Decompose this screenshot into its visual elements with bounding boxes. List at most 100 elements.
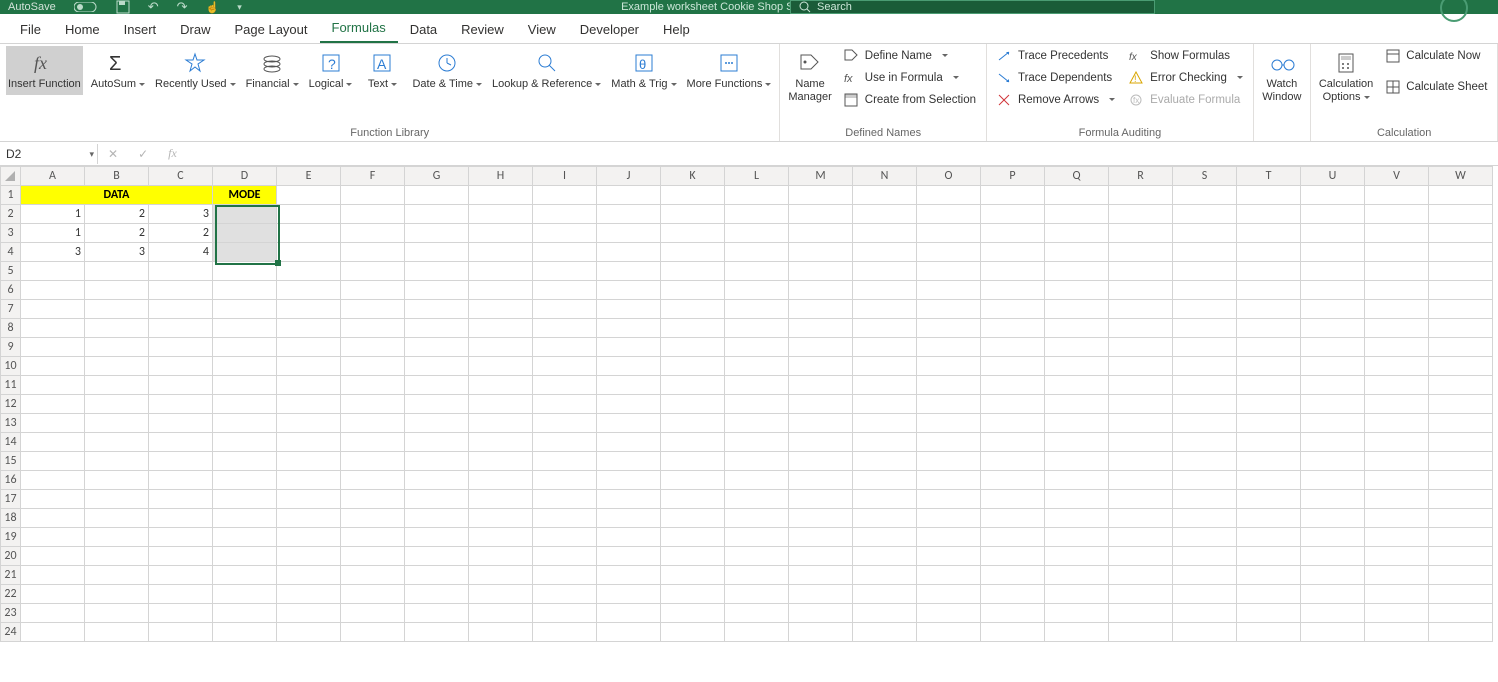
cell-G18[interactable]: [405, 509, 469, 528]
cell-F22[interactable]: [341, 585, 405, 604]
cell-A22[interactable]: [21, 585, 85, 604]
cell-C22[interactable]: [149, 585, 213, 604]
cell-J14[interactable]: [597, 433, 661, 452]
cell-V16[interactable]: [1365, 471, 1429, 490]
cell-F3[interactable]: [341, 224, 405, 243]
cell-W3[interactable]: [1429, 224, 1493, 243]
cell-Q4[interactable]: [1045, 243, 1109, 262]
column-header-F[interactable]: F: [341, 167, 405, 186]
cell-G12[interactable]: [405, 395, 469, 414]
cell-J18[interactable]: [597, 509, 661, 528]
cell-C15[interactable]: [149, 452, 213, 471]
trace-dependents-button[interactable]: Trace Dependents: [993, 68, 1119, 87]
cell-D23[interactable]: [213, 604, 277, 623]
cell-I4[interactable]: [533, 243, 597, 262]
cell-J13[interactable]: [597, 414, 661, 433]
cell-P24[interactable]: [981, 623, 1045, 642]
cell-F11[interactable]: [341, 376, 405, 395]
cell-W10[interactable]: [1429, 357, 1493, 376]
cell-P13[interactable]: [981, 414, 1045, 433]
cancel-formula-icon[interactable]: ✕: [98, 143, 128, 165]
cell-V17[interactable]: [1365, 490, 1429, 509]
cell-I21[interactable]: [533, 566, 597, 585]
cell-Q9[interactable]: [1045, 338, 1109, 357]
cell-C16[interactable]: [149, 471, 213, 490]
cell-E5[interactable]: [277, 262, 341, 281]
cell-K23[interactable]: [661, 604, 725, 623]
cell-W22[interactable]: [1429, 585, 1493, 604]
cell-W9[interactable]: [1429, 338, 1493, 357]
cell-B22[interactable]: [85, 585, 149, 604]
cell-T23[interactable]: [1237, 604, 1301, 623]
cell-K9[interactable]: [661, 338, 725, 357]
cell-N4[interactable]: [853, 243, 917, 262]
cell-N23[interactable]: [853, 604, 917, 623]
cell-V8[interactable]: [1365, 319, 1429, 338]
cell-B14[interactable]: [85, 433, 149, 452]
cell-N5[interactable]: [853, 262, 917, 281]
cell-W8[interactable]: [1429, 319, 1493, 338]
cell-U3[interactable]: [1301, 224, 1365, 243]
cell-N10[interactable]: [853, 357, 917, 376]
cell-M15[interactable]: [789, 452, 853, 471]
cell-H8[interactable]: [469, 319, 533, 338]
cell-P8[interactable]: [981, 319, 1045, 338]
cell-D24[interactable]: [213, 623, 277, 642]
cell-Q3[interactable]: [1045, 224, 1109, 243]
cell-A15[interactable]: [21, 452, 85, 471]
cell-D4[interactable]: [213, 243, 277, 262]
cell-A20[interactable]: [21, 547, 85, 566]
cell-I14[interactable]: [533, 433, 597, 452]
cell-V18[interactable]: [1365, 509, 1429, 528]
cell-N7[interactable]: [853, 300, 917, 319]
cell-C11[interactable]: [149, 376, 213, 395]
cell-A2[interactable]: 1: [21, 205, 85, 224]
cell-A24[interactable]: [21, 623, 85, 642]
row-header-5[interactable]: 5: [1, 262, 21, 281]
cell-H16[interactable]: [469, 471, 533, 490]
cell-B3[interactable]: 2: [85, 224, 149, 243]
column-header-S[interactable]: S: [1173, 167, 1237, 186]
cell-U1[interactable]: [1301, 186, 1365, 205]
cell-G7[interactable]: [405, 300, 469, 319]
cell-E6[interactable]: [277, 281, 341, 300]
cell-A4[interactable]: 3: [21, 243, 85, 262]
cell-R19[interactable]: [1109, 528, 1173, 547]
cell-M20[interactable]: [789, 547, 853, 566]
cell-H6[interactable]: [469, 281, 533, 300]
cell-U4[interactable]: [1301, 243, 1365, 262]
cell-R4[interactable]: [1109, 243, 1173, 262]
cell-E12[interactable]: [277, 395, 341, 414]
cell-J5[interactable]: [597, 262, 661, 281]
column-header-I[interactable]: I: [533, 167, 597, 186]
cell-P6[interactable]: [981, 281, 1045, 300]
cell-C17[interactable]: [149, 490, 213, 509]
cell-J11[interactable]: [597, 376, 661, 395]
cell-G1[interactable]: [405, 186, 469, 205]
column-header-J[interactable]: J: [597, 167, 661, 186]
cell-I1[interactable]: [533, 186, 597, 205]
cell-G4[interactable]: [405, 243, 469, 262]
cell-L24[interactable]: [725, 623, 789, 642]
cell-S13[interactable]: [1173, 414, 1237, 433]
cell-K12[interactable]: [661, 395, 725, 414]
cell-N13[interactable]: [853, 414, 917, 433]
cell-J12[interactable]: [597, 395, 661, 414]
cell-D12[interactable]: [213, 395, 277, 414]
cell-L17[interactable]: [725, 490, 789, 509]
cell-C24[interactable]: [149, 623, 213, 642]
cell-F4[interactable]: [341, 243, 405, 262]
cell-V2[interactable]: [1365, 205, 1429, 224]
cell-J3[interactable]: [597, 224, 661, 243]
cell-E1[interactable]: [277, 186, 341, 205]
column-header-M[interactable]: M: [789, 167, 853, 186]
cell-C8[interactable]: [149, 319, 213, 338]
cell-N6[interactable]: [853, 281, 917, 300]
cell-R24[interactable]: [1109, 623, 1173, 642]
cell-A13[interactable]: [21, 414, 85, 433]
cell-C21[interactable]: [149, 566, 213, 585]
tab-formulas[interactable]: Formulas: [320, 14, 398, 43]
cell-M13[interactable]: [789, 414, 853, 433]
cell-W6[interactable]: [1429, 281, 1493, 300]
cell-G24[interactable]: [405, 623, 469, 642]
